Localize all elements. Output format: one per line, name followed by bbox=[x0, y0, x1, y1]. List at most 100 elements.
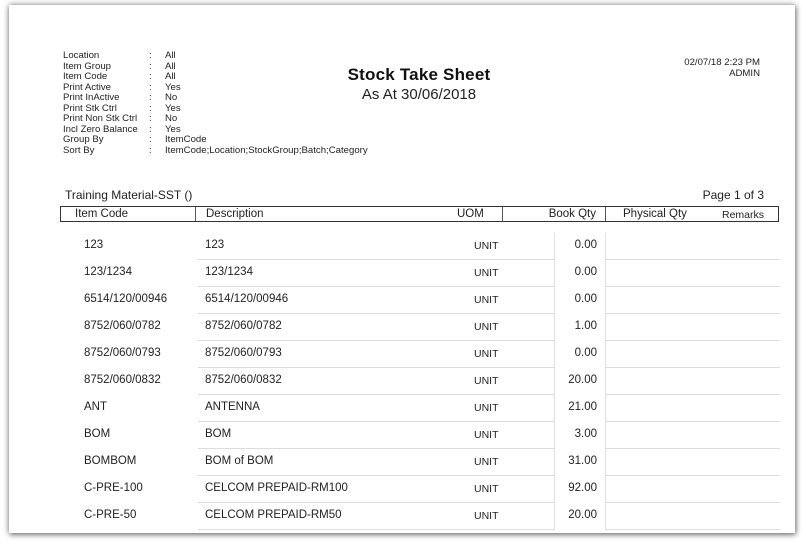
item-code-cell: 8752/060/0782 bbox=[84, 320, 161, 332]
cell-divider bbox=[605, 503, 606, 530]
param-label: Group By bbox=[63, 134, 104, 145]
book-qty-cell: 1.00 bbox=[574, 320, 597, 332]
param-colon: : bbox=[149, 50, 152, 61]
table-header: Item Code Description UOM Book Qty Physi… bbox=[60, 206, 779, 222]
col-header-item-code: Item Code bbox=[75, 208, 129, 220]
cell-divider bbox=[554, 287, 555, 314]
table-row: BOMBOM BOM of BOM UNIT 31.00 bbox=[60, 449, 780, 476]
param-label: Sort By bbox=[63, 144, 95, 156]
table-row: ANT ANTENNA UNIT 21.00 bbox=[60, 395, 780, 422]
cell-divider bbox=[554, 368, 555, 395]
uom-cell: UNIT bbox=[474, 240, 499, 252]
col-header-physical-qty: Physical Qty bbox=[623, 208, 687, 220]
cell-divider bbox=[605, 449, 606, 476]
report-user: ADMIN bbox=[729, 68, 760, 79]
book-qty-cell: 0.00 bbox=[574, 293, 597, 305]
book-qty-cell: 3.00 bbox=[574, 428, 597, 440]
item-code-cell: 8752/060/0832 bbox=[84, 374, 161, 386]
uom-cell: UNIT bbox=[474, 510, 499, 522]
param-label: Location bbox=[63, 50, 100, 61]
param-colon: : bbox=[149, 71, 152, 82]
param-row: Location: All bbox=[63, 50, 368, 62]
row-divider bbox=[198, 529, 554, 530]
description-cell: 8752/060/0832 bbox=[205, 374, 282, 386]
param-colon: : bbox=[149, 134, 152, 145]
table-row: C-PRE-50 CELCOM PREPAID-RM50 UNIT 20.00 bbox=[60, 503, 780, 530]
report-title: Stock Take Sheet bbox=[347, 65, 491, 84]
uom-cell: UNIT bbox=[474, 483, 499, 495]
table-row: 123 123 UNIT 0.00 bbox=[60, 233, 780, 260]
uom-cell: UNIT bbox=[474, 402, 499, 414]
cell-divider bbox=[605, 395, 606, 422]
uom-cell: UNIT bbox=[474, 267, 499, 279]
book-qty-cell: 31.00 bbox=[568, 455, 597, 467]
description-cell: 123 bbox=[205, 239, 225, 251]
uom-cell: UNIT bbox=[474, 456, 499, 468]
description-cell: 123/1234 bbox=[205, 266, 253, 278]
cell-divider bbox=[554, 449, 555, 476]
table-row: BOM BOM UNIT 3.00 bbox=[60, 422, 780, 449]
col-header-description: Description bbox=[206, 208, 264, 220]
item-code-cell: 8752/060/0793 bbox=[84, 347, 161, 359]
uom-cell: UNIT bbox=[474, 348, 499, 360]
cell-divider bbox=[554, 341, 555, 368]
report-subtitle: As At 30/06/2018 bbox=[361, 86, 477, 103]
table-row: 123/1234 123/1234 UNIT 0.00 bbox=[60, 260, 780, 287]
description-cell: CELCOM PREPAID-RM100 bbox=[205, 482, 348, 494]
book-qty-cell: 0.00 bbox=[574, 266, 597, 278]
cell-divider bbox=[605, 368, 606, 395]
report-meta: 02/07/18 2:23 PM ADMIN bbox=[684, 57, 760, 79]
param-colon: : bbox=[149, 92, 152, 103]
col-header-uom: UOM bbox=[457, 208, 484, 220]
description-cell: CELCOM PREPAID-RM50 bbox=[205, 509, 342, 521]
book-qty-cell: 92.00 bbox=[568, 482, 597, 494]
col-divider bbox=[502, 207, 503, 221]
item-code-cell: 6514/120/00946 bbox=[84, 293, 168, 305]
item-code-cell: BOMBOM bbox=[84, 455, 137, 467]
book-qty-cell: 0.00 bbox=[574, 239, 597, 251]
cell-divider bbox=[605, 233, 606, 260]
report-sheet: Location: All Item Group: All Item Code: All P… bbox=[9, 5, 795, 533]
book-qty-cell: 0.00 bbox=[574, 347, 597, 359]
param-value: No bbox=[165, 113, 178, 124]
table-row: 8752/060/0793 8752/060/0793 UNIT 0.00 bbox=[60, 341, 780, 368]
param-label: Print InActive bbox=[63, 92, 120, 103]
uom-cell: UNIT bbox=[474, 294, 499, 306]
param-value: ItemCode bbox=[165, 134, 207, 145]
param-colon: : bbox=[149, 144, 152, 156]
book-qty-cell: 20.00 bbox=[568, 374, 597, 386]
row-divider bbox=[605, 529, 780, 530]
table-row: C-PRE-100 CELCOM PREPAID-RM100 UNIT 92.00 bbox=[60, 476, 780, 503]
table-row: 6514/120/00946 6514/120/00946 UNIT 0.00 bbox=[60, 287, 780, 314]
book-qty-cell: 20.00 bbox=[568, 509, 597, 521]
item-code-cell: ANT bbox=[84, 401, 107, 413]
description-cell: 6514/120/00946 bbox=[205, 293, 289, 305]
param-colon: : bbox=[149, 113, 152, 124]
table-row: 8752/060/0832 8752/060/0832 UNIT 20.00 bbox=[60, 368, 780, 395]
param-value: No bbox=[165, 92, 178, 103]
item-code-cell: C-PRE-50 bbox=[84, 509, 137, 521]
page-number: Page 1 of 3 bbox=[702, 188, 764, 202]
param-row: Print Non Stk Ctrl: No bbox=[63, 113, 368, 125]
description-cell: 8752/060/0782 bbox=[205, 320, 282, 332]
description-cell: 8752/060/0793 bbox=[205, 347, 282, 359]
stock-table-body: 123 123 UNIT 0.00 123/1234 123/1234 UNIT 0.00 65… bbox=[60, 233, 780, 530]
param-label: Item Code bbox=[63, 71, 108, 82]
description-cell: BOM bbox=[205, 428, 232, 440]
cell-divider bbox=[605, 422, 606, 449]
description-cell: ANTENNA bbox=[205, 401, 260, 413]
param-label: Print Non Stk Ctrl bbox=[63, 113, 138, 124]
col-header-book-qty: Book Qty bbox=[548, 208, 596, 220]
table-row: 8752/060/0782 8752/060/0782 UNIT 1.00 bbox=[60, 314, 780, 341]
cell-divider bbox=[605, 287, 606, 314]
book-qty-cell: 21.00 bbox=[568, 401, 597, 413]
param-value: ItemCode;Location;StockGroup;Batch;Categ… bbox=[165, 144, 368, 156]
report-datetime: 02/07/18 2:23 PM bbox=[684, 57, 760, 68]
param-row: Incl Zero Balance: Yes bbox=[63, 124, 368, 136]
item-code-cell: C-PRE-100 bbox=[84, 482, 143, 494]
col-divider bbox=[605, 207, 606, 221]
uom-cell: UNIT bbox=[474, 429, 499, 441]
report-title-block: Stock Take Sheet As At 30/06/2018 bbox=[299, 65, 539, 103]
uom-cell: UNIT bbox=[474, 375, 499, 387]
company-name: Training Material-SST () bbox=[65, 188, 193, 202]
